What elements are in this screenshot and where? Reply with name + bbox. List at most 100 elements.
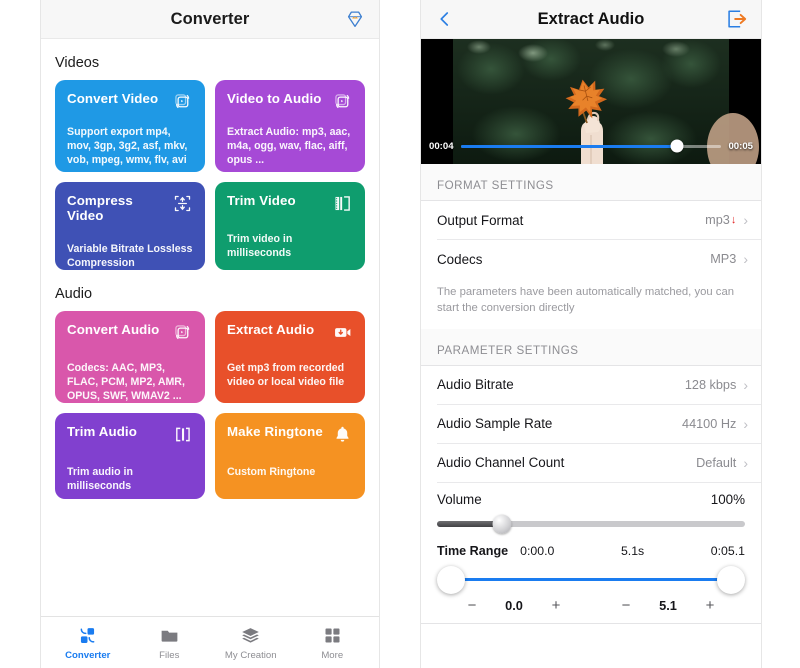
card-title: Make Ringtone [227,424,323,439]
time-range-track [451,577,731,581]
tab-converter[interactable]: Converter [53,625,123,661]
chevron-right-icon: › [743,251,748,267]
card-title: Extract Audio [227,322,315,337]
chevron-right-icon: › [743,415,748,432]
tab-files[interactable]: Files [134,625,204,661]
start-minus-button[interactable]: − [464,597,480,614]
video-progress-bar[interactable]: 00:04 00:05 [421,137,761,155]
auto-match-hint: The parameters have been automatically m… [437,286,735,314]
end-plus-button[interactable]: + [702,597,718,614]
card-description: Trim video in milliseconds [227,233,293,260]
card-convert-video[interactable]: Convert Video Support export mp4, mov, 3… [55,80,205,181]
tab-label: Files [159,649,180,661]
pro-diamond-icon[interactable] [343,7,367,31]
time-range-row: Time Range 0:00.0 5.1s 0:05.1 [421,532,761,558]
converter-content: Videos Convert Video Support export mp4,… [41,39,379,616]
video-seek-thumb[interactable] [670,139,684,153]
settings-list: FORMAT SETTINGS Output Format mp3 ↓ › Co… [421,164,761,668]
tab-more[interactable]: More [297,625,367,661]
extract-audio-screen: Extract Audio 00:04 00:05 FORMAT SETTING… [420,0,762,668]
card-title: Compress Video [67,193,133,224]
row-audio-bitrate[interactable]: Audio Bitrate 128 kbps › [421,366,761,404]
time-range-end: 0:05.1 [710,543,745,558]
row-audio-sample-rate[interactable]: Audio Sample Rate 44100 Hz › [421,405,761,443]
video-card-row-2: Compress Video Variable Bitrate Lossless… [55,182,365,270]
app-screenshot: Converter Videos Convert Video Support e… [0,0,800,668]
grid-icon [322,625,343,646]
start-plus-button[interactable]: + [548,597,564,614]
card-trim-audio[interactable]: Trim Audio Trim audio in milliseconds [55,413,205,499]
row-label: Audio Sample Rate [437,416,553,432]
row-label: Audio Bitrate [437,377,514,393]
convert-icon [332,91,353,112]
start-value: 0.0 [505,597,523,613]
video-seek-fill [460,144,678,148]
export-arrow-icon[interactable] [725,8,749,30]
row-value: mp3 ↓ [705,213,736,227]
time-range-duration: 5.1s [620,543,645,558]
row-value: 128 kbps [684,377,737,392]
card-video-to-audio[interactable]: Video to Audio Extract Audio: mp3, aac, … [215,80,365,172]
card-description: Extract Audio: mp3, aac, m4a, ogg, wav, … [227,126,351,167]
download-arrow-icon: ↓ [730,214,737,226]
section-title-videos: Videos [55,55,100,71]
row-value: 44100 Hz [682,416,737,431]
tab-label: My Creation [224,649,277,661]
row-label: Audio Channel Count [437,455,565,471]
time-range-slider[interactable] [437,565,745,595]
card-title: Trim Audio [67,424,137,439]
video-total-time: 00:05 [728,140,753,152]
bottom-tab-bar: Converter Files My Creation More [41,616,379,668]
card-description: Custom Ringtone [227,466,316,478]
row-audio-channel-count[interactable]: Audio Channel Count Default › [421,444,761,482]
end-minus-button[interactable]: − [618,597,634,614]
audio-card-row-2: Trim Audio Trim audio in milliseconds Ma… [55,413,365,499]
chevron-right-icon: › [743,454,748,471]
end-time-stepper: − 5.1 + [591,597,745,614]
tab-label: Converter [65,649,111,661]
row-value: MP3 [710,252,737,266]
tab-label: More [321,649,344,661]
convert-icon [172,322,193,343]
volume-thumb[interactable] [492,514,512,534]
output-format-value: mp3 [705,213,730,227]
back-chevron-icon[interactable] [435,9,455,29]
card-title: Trim Video [227,193,296,208]
card-compress-video[interactable]: Compress Video Variable Bitrate Lossless… [55,182,205,270]
row-label: Codecs [437,251,483,267]
folder-icon [159,625,180,646]
volume-label: Volume [437,491,482,507]
card-description: Get mp3 from recorded video or local vid… [227,362,345,389]
card-make-ringtone[interactable]: Make Ringtone Custom Ringtone [215,413,365,499]
row-value: Default [696,455,737,470]
card-convert-audio[interactable]: Convert Audio Codecs: AAC, MP3, FLAC, PC… [55,311,205,403]
time-range-start-thumb[interactable] [437,565,465,594]
time-range-steppers: − 0.0 + − 5.1 + [421,595,761,614]
layers-icon [240,625,261,646]
chevron-right-icon: › [743,376,748,393]
card-description: Support export mp4, mov, 3gp, 3g2, asf, … [67,126,188,181]
card-description: Trim audio in milliseconds [67,466,133,493]
time-range-start: 0:00.0 [520,543,555,558]
row-codecs[interactable]: Codecs MP3 › [421,240,761,278]
page-title: Converter [170,9,250,28]
row-output-format[interactable]: Output Format mp3 ↓ › [421,201,761,239]
row-label: Output Format [437,212,524,228]
video-preview[interactable]: 00:04 00:05 [421,39,761,164]
format-settings-header: FORMAT SETTINGS [421,164,761,200]
start-time-stepper: − 0.0 + [437,597,591,614]
extract-audio-header: Extract Audio [421,0,761,39]
tab-my-creation[interactable]: My Creation [216,625,286,661]
converter-icon [77,625,98,646]
film-trim-icon [332,193,353,214]
card-title: Video to Audio [227,91,322,106]
audio-card-row-1: Convert Audio Codecs: AAC, MP3, FLAC, PC… [55,311,365,403]
video-seek-track[interactable] [460,139,722,153]
volume-value: 100% [710,491,745,507]
parameter-settings-header: PARAMETER SETTINGS [421,328,761,365]
card-trim-video[interactable]: Trim Video Trim video in milliseconds [215,182,365,270]
trim-brackets-icon [172,424,193,445]
time-range-end-thumb[interactable] [717,565,745,594]
volume-slider[interactable] [437,514,745,534]
card-extract-audio[interactable]: Extract Audio Get mp3 from recorded vide… [215,311,365,403]
